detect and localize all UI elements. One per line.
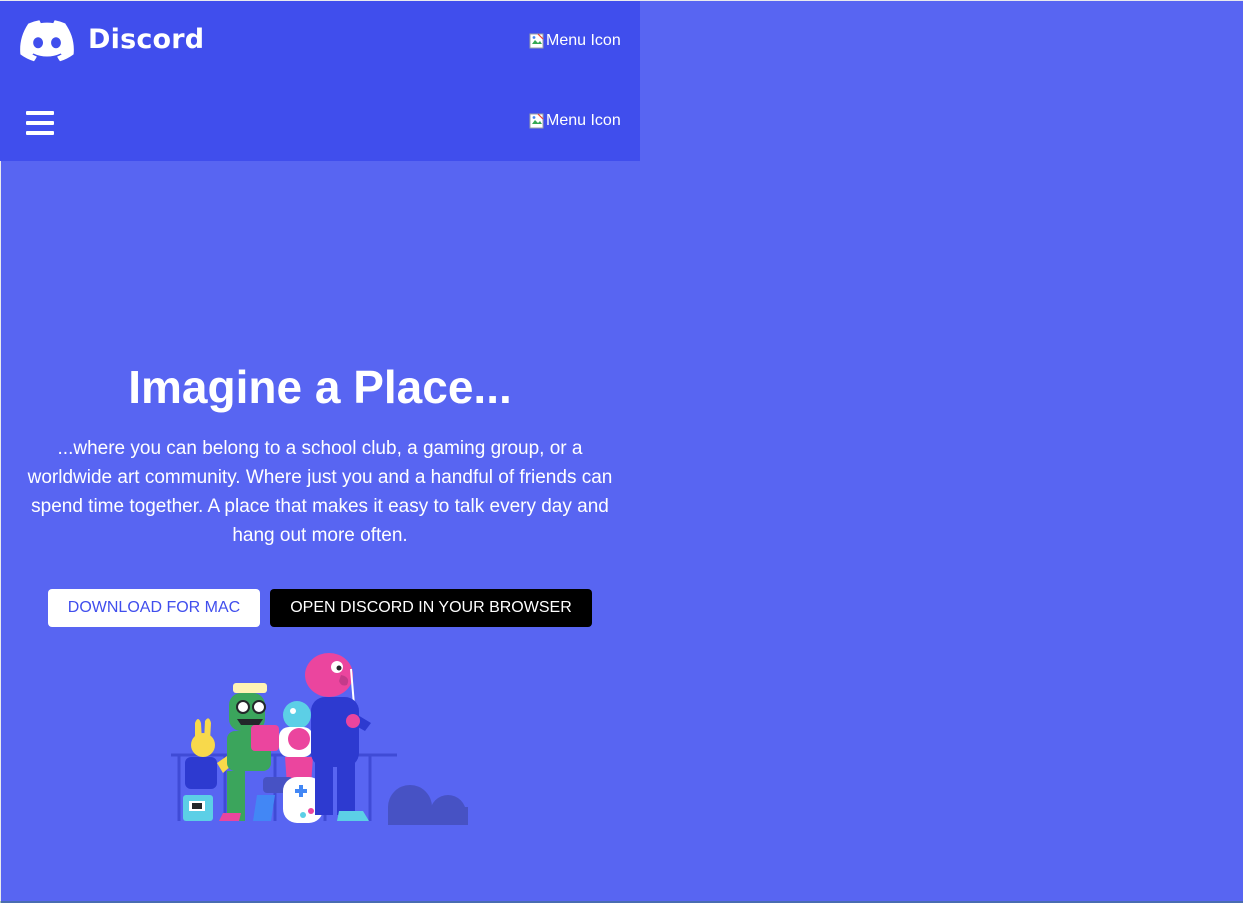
menu-image-bottom[interactable]: Menu Icon (529, 112, 621, 130)
hamburger-menu-icon[interactable] (26, 110, 54, 136)
open-in-browser-button[interactable]: OPEN DISCORD IN YOUR BROWSER (270, 589, 592, 627)
hero-description: ...where you can belong to a school club… (27, 438, 613, 546)
hero-illustration (171, 653, 468, 825)
site-header: Discord Menu Icon Menu Icon (0, 1, 640, 161)
download-for-mac-button[interactable]: DOWNLOAD FOR MAC (48, 589, 260, 627)
brand-name: Discord (88, 23, 205, 55)
hero-title: Imagine a Place... (128, 361, 512, 413)
menu-image-alt-text-bottom: Menu Icon (546, 112, 621, 129)
brand-logo-link[interactable]: Discord (20, 20, 204, 62)
menu-image-top[interactable]: Menu Icon (529, 32, 621, 50)
discord-logo-icon (20, 20, 74, 62)
broken-image-icon (529, 113, 544, 129)
broken-image-icon (529, 33, 544, 49)
cloud-shape (388, 785, 468, 825)
menu-image-alt-text-top: Menu Icon (546, 32, 621, 49)
